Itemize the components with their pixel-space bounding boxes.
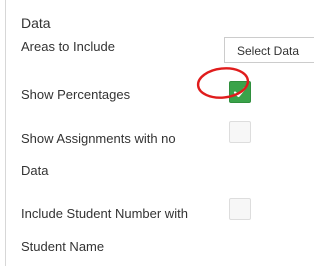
show-percentages-checkbox[interactable] — [229, 81, 251, 103]
show-assignments-no-data-checkbox[interactable] — [229, 121, 251, 143]
check-icon — [233, 86, 247, 98]
panel-left-border — [5, 0, 6, 266]
section-title: Data — [21, 15, 51, 31]
data-settings-panel: Data Areas to Include Select Data Show P… — [0, 0, 314, 266]
include-student-number-checkbox[interactable] — [229, 198, 251, 220]
show-assignments-no-data-label-line1: Show Assignments with no — [21, 131, 176, 146]
areas-to-include-label: Areas to Include — [21, 39, 115, 54]
include-student-number-label-line2: Student Name — [21, 239, 105, 254]
select-data-button[interactable]: Select Data — [224, 37, 314, 63]
include-student-number-label-line1: Include Student Number with — [21, 206, 188, 221]
show-percentages-label: Show Percentages — [21, 87, 131, 102]
show-assignments-no-data-label-line2: Data — [21, 163, 49, 178]
